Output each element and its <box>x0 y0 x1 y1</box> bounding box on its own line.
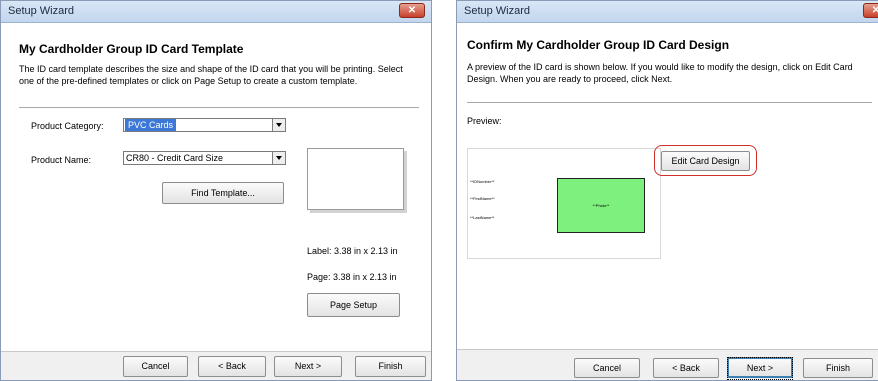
window-title: Setup Wizard <box>8 5 75 17</box>
page-setup-label: Page Setup <box>329 300 378 310</box>
finish-label: Finish <box>378 361 403 371</box>
back-label: < Back <box>218 361 246 371</box>
next-label: Next > <box>294 361 322 371</box>
label-size-text: Label: 3.38 in x 2.13 in <box>307 246 398 256</box>
finish-button[interactable]: Finish <box>355 356 426 377</box>
page-setup-button[interactable]: Page Setup <box>307 293 400 317</box>
product-category-select[interactable]: PVC Cards <box>123 118 286 132</box>
card-template-thumbnail <box>307 148 404 210</box>
chevron-down-icon[interactable] <box>272 119 285 131</box>
back-button[interactable]: < Back <box>198 356 266 377</box>
page-size-text: Page: 3.38 in x 2.13 in <box>307 272 397 282</box>
next-button[interactable]: Next > <box>274 356 342 377</box>
page-title: Confirm My Cardholder Group ID Card Desi… <box>467 38 730 52</box>
product-name-label: Product Name: <box>31 155 92 165</box>
cancel-label: Cancel <box>592 363 621 373</box>
cancel-button[interactable]: Cancel <box>123 356 188 377</box>
title-bar[interactable]: Setup Wizard ✕ <box>1 1 431 23</box>
card-preview: **IDNumber** **FirstName** **LastName** … <box>467 148 661 259</box>
cancel-button[interactable]: Cancel <box>574 358 640 378</box>
title-bar[interactable]: Setup Wizard ✕ <box>457 1 878 23</box>
setup-wizard-window-confirm: Setup Wizard ✕ Confirm My Cardholder Gro… <box>456 0 878 381</box>
close-icon[interactable]: ✕ <box>399 3 425 18</box>
close-icon[interactable]: ✕ <box>863 3 878 18</box>
page-description: The ID card template describes the size … <box>19 64 403 86</box>
idnumber-field: **IDNumber** <box>470 179 495 184</box>
next-label: Next > <box>727 357 793 380</box>
back-button[interactable]: < Back <box>653 358 719 378</box>
product-name-select[interactable]: CR80 - Credit Card Size <box>123 151 286 165</box>
back-label: < Back <box>672 363 700 373</box>
find-template-button[interactable]: Find Template... <box>162 182 284 204</box>
firstname-field: **FirstName** <box>470 196 495 201</box>
finish-button[interactable]: Finish <box>803 358 873 378</box>
product-category-label: Product Category: <box>31 121 104 131</box>
preview-label: Preview: <box>467 116 502 126</box>
separator <box>467 102 872 103</box>
product-name-value: CR80 - Credit Card Size <box>126 153 224 163</box>
separator <box>19 107 419 108</box>
finish-label: Finish <box>825 363 850 373</box>
window-title: Setup Wizard <box>464 5 531 17</box>
chevron-down-icon[interactable] <box>272 152 285 164</box>
setup-wizard-window-template: Setup Wizard ✕ My Cardholder Group ID Ca… <box>0 0 432 381</box>
edit-card-design-label: Edit Card Design <box>671 156 740 166</box>
photo-placeholder: **Photo** <box>557 178 645 233</box>
page-title: My Cardholder Group ID Card Template <box>19 42 244 56</box>
edit-card-design-button[interactable]: Edit Card Design <box>661 151 750 171</box>
cancel-label: Cancel <box>141 361 170 371</box>
product-category-value: PVC Cards <box>125 119 177 131</box>
find-template-label: Find Template... <box>191 188 255 198</box>
page-description: A preview of the ID card is shown below.… <box>467 62 853 84</box>
next-button[interactable]: Next > <box>727 357 793 380</box>
lastname-field: **LastName** <box>470 215 495 220</box>
